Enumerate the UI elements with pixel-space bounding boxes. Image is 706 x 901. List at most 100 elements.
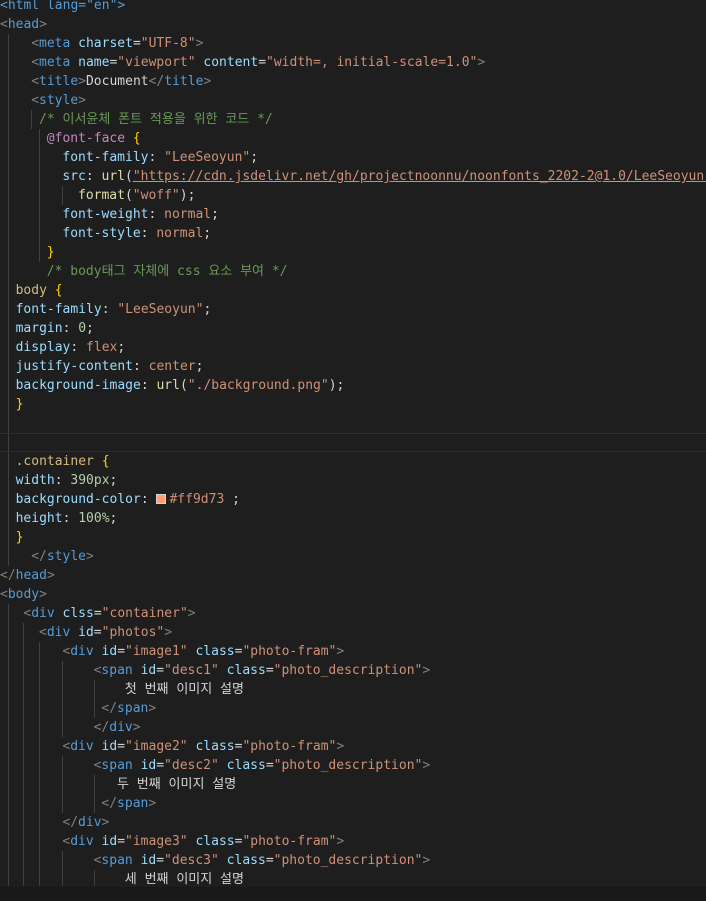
code-content: /* body태그 자체에 css 요소 부여 */	[47, 262, 288, 281]
code-line[interactable]: </div>	[0, 813, 706, 832]
code-line[interactable]	[0, 433, 706, 452]
code-line[interactable]: <div clss="container">	[0, 604, 706, 623]
code-line[interactable]: background-image: url("./background.png"…	[0, 376, 706, 395]
indent-guide	[39, 129, 40, 148]
code-line[interactable]: font-family: "LeeSeoyun";	[0, 300, 706, 319]
code-line[interactable]: <div id="image2" class="photo-fram">	[0, 737, 706, 756]
code-token: =	[265, 663, 274, 678]
indent-guide	[39, 205, 40, 224]
code-line[interactable]: }	[0, 243, 706, 262]
code-line[interactable]: src: url("https://cdn.jsdelivr.net/gh/pr…	[0, 167, 706, 186]
code-line[interactable]: display: flex;	[0, 338, 706, 357]
indent-guide	[23, 775, 25, 794]
code-token: id	[101, 834, 118, 849]
code-line[interactable]: <meta charset="UTF-8">	[0, 34, 706, 53]
indent-guide	[23, 832, 25, 851]
code-line[interactable]: background-color: #ff9d73 ;	[0, 490, 706, 509]
code-line[interactable]: justify-content: center;	[0, 357, 706, 376]
indent-guide	[7, 243, 9, 262]
code-token: url	[101, 169, 126, 184]
code-line[interactable]: format("woff");	[0, 186, 706, 205]
code-token: =	[156, 663, 165, 678]
code-line[interactable]: <html lang="en">	[0, 0, 706, 15]
code-line[interactable]: </head>	[0, 566, 706, 585]
code-token: Document	[85, 74, 149, 89]
code-content: height: 100%;	[16, 509, 118, 528]
code-token: );	[328, 378, 345, 393]
code-token: :	[140, 378, 157, 393]
code-content: </div>	[94, 718, 141, 737]
code-token: div	[70, 644, 94, 659]
code-token: {	[132, 131, 141, 146]
code-content: }	[16, 528, 24, 547]
code-line[interactable]: height: 100%;	[0, 509, 706, 528]
code-line[interactable]: <style>	[0, 91, 706, 110]
indent-guide	[23, 794, 25, 813]
code-line[interactable]: 세 번째 이미지 설명	[0, 870, 706, 886]
code-line[interactable]: </div>	[0, 718, 706, 737]
code-content: font-weight: normal;	[62, 205, 219, 224]
indent-guide	[23, 642, 25, 661]
code-token: :	[101, 302, 118, 317]
code-token: =	[265, 758, 274, 773]
code-token: "photo_description"	[273, 758, 423, 773]
code-token: "photo_description"	[273, 853, 423, 868]
code-line[interactable]: <body>	[0, 585, 706, 604]
code-line[interactable]: }	[0, 395, 706, 414]
code-content: @font-face {	[47, 129, 141, 148]
code-token: >	[195, 36, 204, 51]
code-token: font-weight	[62, 207, 149, 222]
indent-guide	[39, 642, 40, 661]
code-token: =	[132, 36, 141, 51]
code-line[interactable]: 두 번째 이미지 설명	[0, 775, 706, 794]
code-line[interactable]: <span id="desc1" class="photo_descriptio…	[0, 661, 706, 680]
color-swatch[interactable]	[156, 494, 167, 504]
indent-guide	[23, 623, 25, 642]
code-token: content	[203, 55, 259, 70]
code-token: (	[125, 169, 133, 184]
code-token: <	[39, 625, 47, 640]
code-content: 세 번째 이미지 설명	[125, 870, 244, 886]
code-line[interactable]: }	[0, 528, 706, 547]
code-line[interactable]: <span id="desc2" class="photo_descriptio…	[0, 756, 706, 775]
indent-guide	[7, 737, 9, 756]
code-line[interactable]: @font-face {	[0, 129, 706, 148]
code-token: "woff"	[132, 188, 180, 203]
indent-guide	[62, 718, 64, 737]
code-token: id	[101, 739, 118, 754]
code-token: >	[422, 663, 431, 678]
code-line[interactable]: /* body태그 자체에 css 요소 부여 */	[0, 262, 706, 281]
code-line[interactable]: <div id="image3" class="photo-fram">	[0, 832, 706, 851]
code-token: class	[195, 739, 235, 754]
code-line[interactable]: <head>	[0, 15, 706, 34]
code-token: @font-face	[46, 131, 126, 146]
indent-guide	[7, 699, 9, 718]
code-line[interactable]: </style>	[0, 547, 706, 566]
code-editor[interactable]: <html lang="en"> <head> <meta charset="UTF…	[0, 0, 706, 886]
code-line[interactable]: 첫 번째 이미지 설명	[0, 680, 706, 699]
code-token: center	[148, 359, 196, 374]
code-line[interactable]: /* 이서윤체 폰트 적용을 위한 코드 */	[0, 110, 706, 129]
indent-guide	[7, 319, 9, 338]
code-line[interactable]: font-weight: normal;	[0, 205, 706, 224]
code-line[interactable]: </span>	[0, 794, 706, 813]
indent-guide	[39, 794, 40, 813]
code-token: :	[148, 207, 165, 222]
code-line[interactable]: width: 390px;	[0, 471, 706, 490]
code-line[interactable]: margin: 0;	[0, 319, 706, 338]
code-line[interactable]: font-style: normal;	[0, 224, 706, 243]
code-line[interactable]: .container {	[0, 452, 706, 471]
code-line[interactable]: font-family: "LeeSeoyun";	[0, 148, 706, 167]
code-line[interactable]: body {	[0, 281, 706, 300]
code-token: "LeeSeoyun"	[117, 302, 204, 317]
code-line[interactable]: <meta name="viewport" content="width=, i…	[0, 53, 706, 72]
code-line[interactable]: <div id="image1" class="photo-fram">	[0, 642, 706, 661]
code-line[interactable]: </span>	[0, 699, 706, 718]
indent-guide	[7, 300, 9, 319]
code-line[interactable]: <div id="photos">	[0, 623, 706, 642]
code-line[interactable]	[0, 414, 706, 433]
indent-guide	[7, 509, 9, 528]
code-line[interactable]: <span id="desc3" class="photo_descriptio…	[0, 851, 706, 870]
code-line[interactable]: <title>Document</title>	[0, 72, 706, 91]
